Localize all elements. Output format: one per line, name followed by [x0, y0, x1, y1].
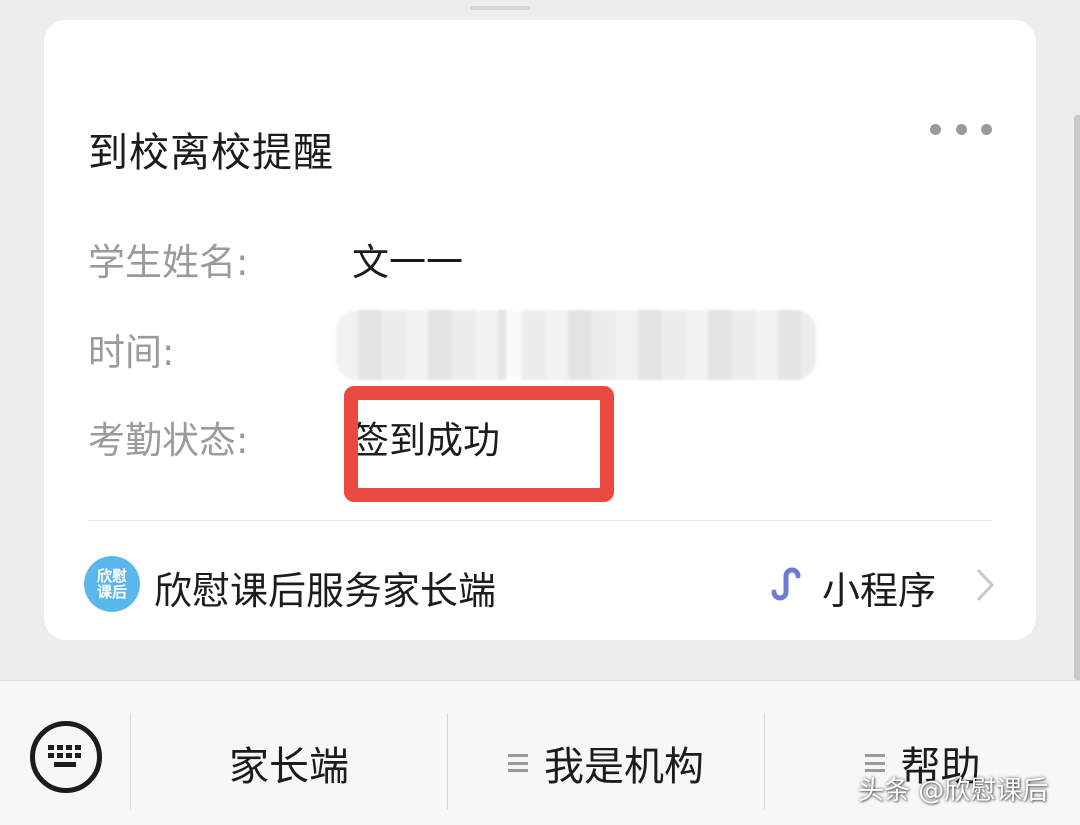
- mini-program-icon: [771, 567, 801, 601]
- menu-item-institution[interactable]: 我是机构: [448, 733, 764, 793]
- message-card[interactable]: 到校离校提醒 学生姓名: 文一一 时间: 考勤状态: 签到成功 欣慰 课后 欣慰…: [44, 20, 1036, 640]
- scrollbar[interactable]: [1074, 115, 1080, 680]
- chevron-right-icon[interactable]: [974, 566, 996, 604]
- watermark: 头条 @欣慰课后: [858, 776, 1049, 806]
- time-value-blurred: [336, 310, 816, 380]
- mini-program-name[interactable]: 欣慰课后服务家长端: [154, 560, 496, 615]
- mini-program-logo[interactable]: 欣慰 课后: [84, 556, 140, 612]
- student-name-value: 文一一: [352, 241, 463, 284]
- divider: [88, 520, 992, 521]
- attendance-status-label: 考勤状态:: [88, 419, 249, 462]
- menu-item-parent[interactable]: 家长端: [131, 733, 447, 793]
- keyboard-toggle-button[interactable]: [30, 721, 102, 793]
- more-options-button[interactable]: [930, 116, 992, 142]
- submenu-icon: [508, 754, 528, 772]
- highlight-annotation-box: [344, 386, 614, 502]
- card-title: 到校离校提醒: [88, 130, 334, 176]
- ellipsis-icon: [930, 123, 941, 135]
- top-drag-handle: [470, 6, 530, 10]
- student-name-label: 学生姓名:: [88, 241, 249, 284]
- time-label: 时间:: [88, 331, 175, 374]
- mini-program-type-label[interactable]: 小程序: [822, 560, 936, 615]
- keyboard-icon: [48, 745, 81, 767]
